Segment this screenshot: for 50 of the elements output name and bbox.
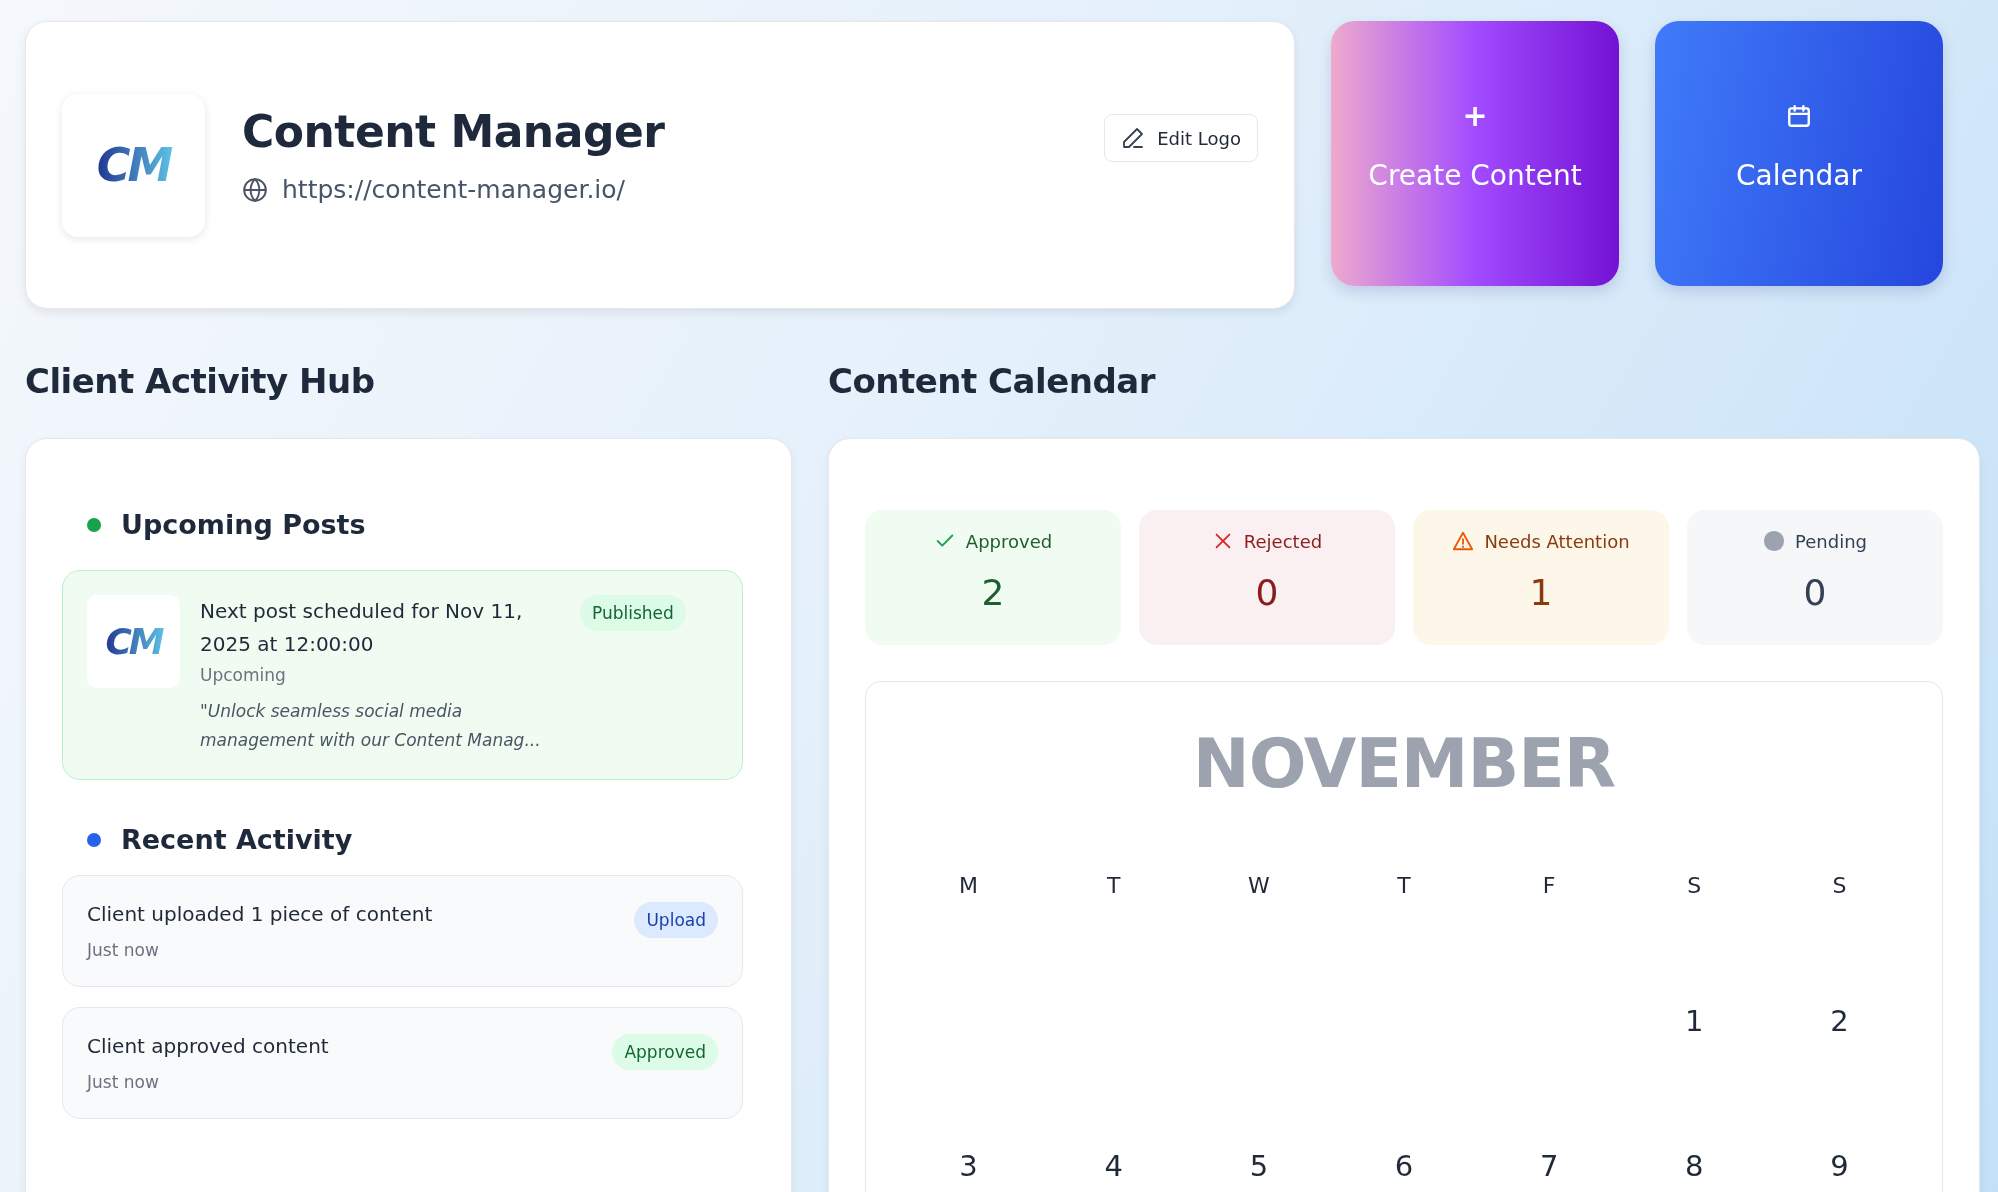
weekday-label: S bbox=[1831, 873, 1848, 898]
calendar-icon bbox=[1786, 102, 1812, 129]
globe-icon bbox=[242, 176, 268, 203]
activity-badge: Approved bbox=[612, 1034, 718, 1070]
create-content-button[interactable]: + Create Content bbox=[1331, 21, 1619, 286]
calendar-day[interactable]: 3 bbox=[959, 1148, 978, 1183]
circle-icon bbox=[1763, 530, 1785, 552]
weekday-label: F bbox=[1541, 873, 1557, 898]
site-url[interactable]: https://content-manager.io/ bbox=[282, 175, 626, 204]
weekday-label: T bbox=[1396, 873, 1412, 898]
stat-label: Needs Attention bbox=[1484, 530, 1630, 552]
calendar-day[interactable]: 2 bbox=[1830, 1003, 1849, 1038]
stat-count: 0 bbox=[1803, 572, 1827, 613]
weekday-label: W bbox=[1246, 873, 1271, 898]
edit-logo-button[interactable]: Edit Logo bbox=[1104, 114, 1258, 162]
post-excerpt: "Unlock seamless social media management with our Content Manag... bbox=[200, 700, 542, 752]
calendar-day[interactable]: 6 bbox=[1394, 1148, 1414, 1183]
calendar-day[interactable]: 9 bbox=[1830, 1148, 1849, 1183]
stat-count: 1 bbox=[1529, 572, 1553, 613]
stat-label: Pending bbox=[1795, 530, 1867, 552]
activity-time: Just now bbox=[87, 1072, 160, 1092]
subsection-title: Recent Activity bbox=[121, 824, 353, 855]
weekday-label: S bbox=[1686, 873, 1703, 898]
warning-icon bbox=[1452, 530, 1475, 552]
pencil-icon bbox=[1121, 126, 1146, 150]
calendar-button[interactable]: Calendar bbox=[1655, 21, 1943, 286]
calendar-day[interactable]: 7 bbox=[1539, 1148, 1559, 1183]
activity-text: Client uploaded 1 piece of content bbox=[87, 902, 434, 926]
activity-time: Just now bbox=[87, 940, 160, 960]
stat-count: 0 bbox=[1255, 572, 1279, 613]
stat-label: Rejected bbox=[1243, 530, 1323, 552]
post-status: Upcoming bbox=[200, 665, 287, 685]
status-badge: Published bbox=[580, 595, 686, 631]
calendar-day[interactable]: 8 bbox=[1685, 1148, 1704, 1183]
activity-badge: Upload bbox=[634, 902, 718, 938]
weekday-label: T bbox=[1106, 873, 1122, 898]
section-title: Client Activity Hub bbox=[25, 361, 376, 403]
subsection-title: Upcoming Posts bbox=[121, 509, 366, 540]
calendar-day[interactable]: 1 bbox=[1685, 1003, 1704, 1038]
post-card[interactable]: CM Next post scheduled for Nov 11, 2025 at 12:00:00 Upcoming "Unlock seamless social media management with our Content Manag... Published bbox=[62, 570, 743, 780]
stat-count: 2 bbox=[981, 572, 1005, 613]
weekday-label: M bbox=[958, 873, 980, 898]
site-title: Content Manager bbox=[242, 106, 666, 157]
activity-text: Client approved content bbox=[87, 1034, 330, 1058]
month-title: NOVEMBER bbox=[1191, 724, 1617, 803]
post-schedule: Next post scheduled for Nov 11, 2025 at 12:00:00 bbox=[200, 598, 524, 658]
calendar-day[interactable]: 4 bbox=[1104, 1148, 1123, 1183]
stat-label: Approved bbox=[965, 530, 1053, 552]
section-title: Content Calendar bbox=[828, 361, 1157, 403]
calendar-day[interactable]: 5 bbox=[1249, 1148, 1269, 1183]
